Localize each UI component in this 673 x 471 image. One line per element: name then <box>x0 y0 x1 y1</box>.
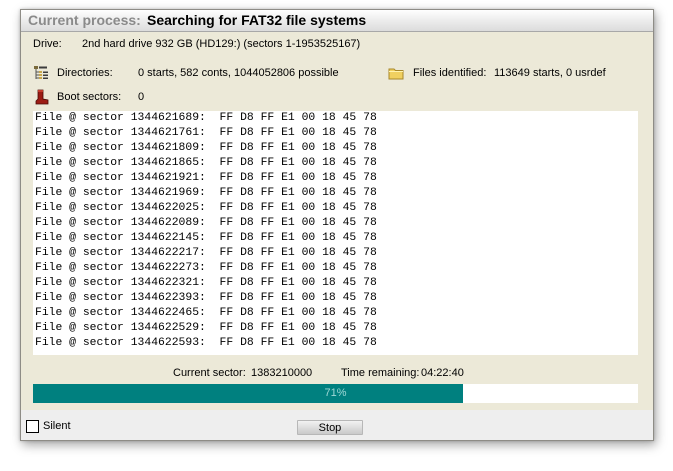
folder-icon <box>388 65 404 81</box>
log-line: File @ sector 1344622145: FF D8 FF E1 00… <box>35 232 377 244</box>
log-line: File @ sector 1344622393: FF D8 FF E1 00… <box>35 292 377 304</box>
directories-value: 0 starts, 582 conts, 1044052806 possible <box>138 67 339 79</box>
progress-percent: 71% <box>324 387 347 399</box>
log-line: File @ sector 1344621921: FF D8 FF E1 00… <box>35 172 377 184</box>
log-line: File @ sector 1344621809: FF D8 FF E1 00… <box>35 142 377 154</box>
log-output[interactable]: File @ sector 1344621689: FF D8 FF E1 00… <box>33 111 638 355</box>
silent-checkbox[interactable] <box>26 420 39 433</box>
log-line: File @ sector 1344622321: FF D8 FF E1 00… <box>35 277 377 289</box>
progress-window: Current process: Searching for FAT32 fil… <box>20 9 654 441</box>
directory-tree-icon <box>33 65 49 81</box>
title-bar: Current process: Searching for FAT32 fil… <box>21 10 653 32</box>
directories-label: Directories: <box>57 67 113 79</box>
title-prefix: Current process: <box>28 12 141 28</box>
boot-sectors-value: 0 <box>138 91 145 103</box>
stop-button[interactable]: Stop <box>297 420 363 435</box>
log-line: File @ sector 1344622465: FF D8 FF E1 00… <box>35 307 377 319</box>
log-line: File @ sector 1344622025: FF D8 FF E1 00… <box>35 202 377 214</box>
log-line: File @ sector 1344622529: FF D8 FF E1 00… <box>35 322 377 334</box>
log-line: File @ sector 1344622273: FF D8 FF E1 00… <box>35 262 377 274</box>
log-line: File @ sector 1344621865: FF D8 FF E1 00… <box>35 157 377 169</box>
files-identified-value: 113649 starts, 0 usrdef <box>494 67 606 79</box>
log-line: File @ sector 1344621969: FF D8 FF E1 00… <box>35 187 377 199</box>
info-panel: Drive: 2nd hard drive 932 GB (HD129:) (s… <box>21 32 653 117</box>
time-remaining-value: 04:22:40 <box>421 367 464 379</box>
log-line: File @ sector 1344622217: FF D8 FF E1 00… <box>35 247 377 259</box>
progress-bar: 71% <box>33 384 638 403</box>
time-remaining-label: Time remaining: <box>341 367 420 379</box>
drive-value: 2nd hard drive 932 GB (HD129:) (sectors … <box>82 38 361 50</box>
boot-icon <box>33 89 49 105</box>
log-line: File @ sector 1344621761: FF D8 FF E1 00… <box>35 127 377 139</box>
bottom-bar: Silent Stop <box>21 410 653 440</box>
drive-label: Drive: <box>33 38 62 50</box>
files-identified-label: Files identified: <box>413 67 487 79</box>
process-title: Searching for FAT32 file systems <box>147 12 367 28</box>
log-line: File @ sector 1344621689: FF D8 FF E1 00… <box>35 112 377 124</box>
silent-label[interactable]: Silent <box>43 419 71 433</box>
current-sector-value: 1383210000 <box>251 367 313 379</box>
boot-sectors-label: Boot sectors: <box>57 91 122 103</box>
current-sector-label: Current sector: <box>173 367 246 379</box>
log-line: File @ sector 1344622089: FF D8 FF E1 00… <box>35 217 377 229</box>
log-line: File @ sector 1344622593: FF D8 FF E1 00… <box>35 337 377 349</box>
